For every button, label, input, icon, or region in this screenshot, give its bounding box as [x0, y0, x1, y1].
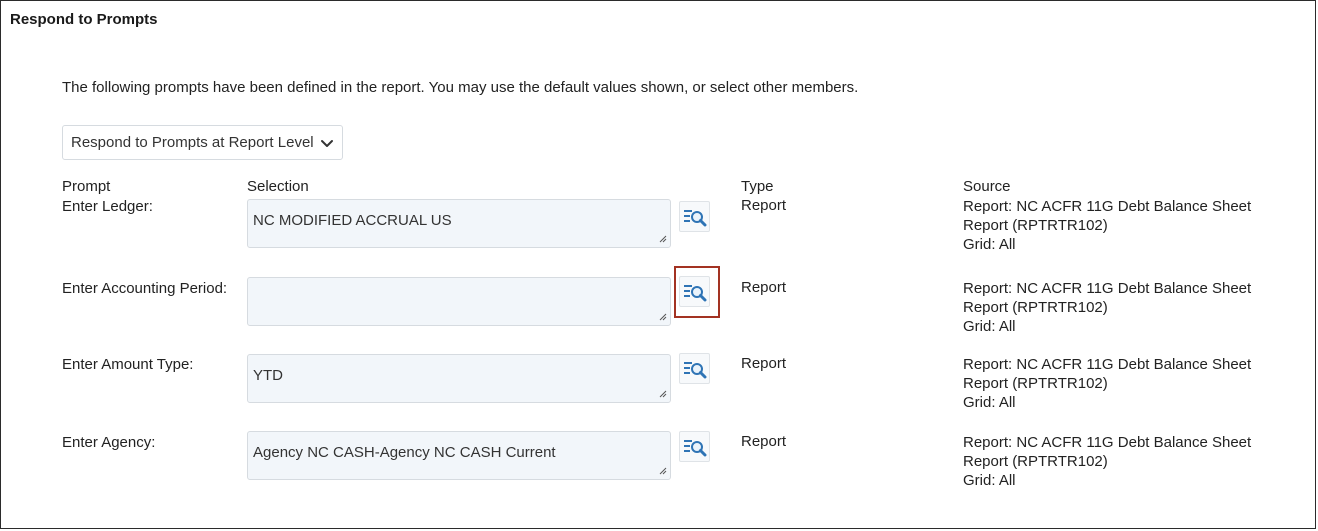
source-line: Grid: All [963, 472, 1016, 489]
prompt-type: Report [741, 355, 787, 372]
search-members-icon [683, 439, 706, 456]
search-members-icon [683, 209, 706, 226]
selection-value: YTD [253, 367, 283, 384]
source-line: Report: NC ACFR 11G Debt Balance Sheet [963, 280, 1252, 297]
prompt-type: Report [741, 279, 787, 296]
search-members-button[interactable] [679, 431, 710, 462]
prompt-label-amount-type: Enter Amount Type: [62, 356, 194, 373]
resize-grip-icon[interactable] [659, 235, 667, 243]
prompt-level-value: Respond to Prompts at Report Level [71, 134, 314, 151]
source-line: Grid: All [963, 318, 1016, 335]
header-selection: Selection [247, 178, 309, 195]
selection-field-agency[interactable]: Agency NC CASH-Agency NC CASH Current [247, 431, 671, 480]
resize-grip-icon[interactable] [659, 390, 667, 398]
panel-title: Respond to Prompts [10, 11, 158, 28]
prompt-type: Report [741, 433, 787, 450]
selection-value: NC MODIFIED ACCRUAL US [253, 212, 452, 229]
source-line: Grid: All [963, 236, 1016, 253]
source-line: Report (RPTRTR102) [963, 453, 1108, 470]
intro-text: The following prompts have been defined … [62, 79, 859, 96]
selection-field-ledger[interactable]: NC MODIFIED ACCRUAL US [247, 199, 671, 248]
prompt-source: Report: NC ACFR 11G Debt Balance Sheet R… [963, 355, 1303, 412]
prompt-type: Report [741, 197, 787, 214]
source-line: Report (RPTRTR102) [963, 375, 1108, 392]
search-members-button[interactable] [679, 353, 710, 384]
resize-grip-icon[interactable] [659, 467, 667, 475]
prompt-label-ledger: Enter Ledger: [62, 198, 153, 215]
source-line: Report: NC ACFR 11G Debt Balance Sheet [963, 434, 1252, 451]
prompt-label-accounting-period: Enter Accounting Period: [62, 280, 228, 297]
source-line: Report (RPTRTR102) [963, 217, 1108, 234]
source-line: Report: NC ACFR 11G Debt Balance Sheet [963, 198, 1252, 215]
prompt-source: Report: NC ACFR 11G Debt Balance Sheet R… [963, 197, 1303, 254]
selection-field-accounting-period[interactable] [247, 277, 671, 326]
header-prompt: Prompt [62, 178, 111, 195]
header-type: Type [741, 178, 774, 195]
prompt-level-select[interactable]: Respond to Prompts at Report Level [62, 125, 343, 160]
source-line: Grid: All [963, 394, 1016, 411]
source-line: Report: NC ACFR 11G Debt Balance Sheet [963, 356, 1252, 373]
selection-field-amount-type[interactable]: YTD [247, 354, 671, 403]
prompt-source: Report: NC ACFR 11G Debt Balance Sheet R… [963, 279, 1303, 336]
header-source: Source [963, 178, 1011, 195]
source-line: Report (RPTRTR102) [963, 299, 1108, 316]
prompt-source: Report: NC ACFR 11G Debt Balance Sheet R… [963, 433, 1303, 490]
resize-grip-icon[interactable] [659, 313, 667, 321]
chevron-down-icon [320, 139, 333, 147]
prompt-label-agency: Enter Agency: [62, 434, 156, 451]
search-members-icon [683, 361, 706, 378]
highlight-box [674, 266, 720, 318]
selection-value: Agency NC CASH-Agency NC CASH Current [253, 444, 556, 461]
search-members-button[interactable] [679, 201, 710, 232]
